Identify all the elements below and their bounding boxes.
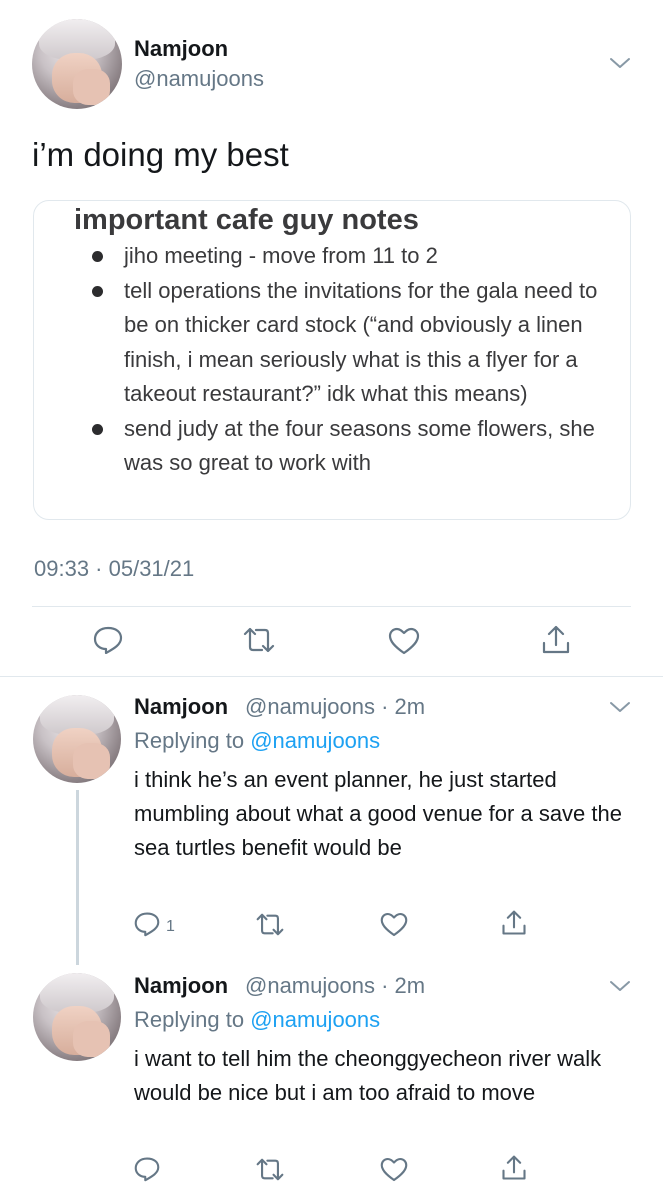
- retweet-icon[interactable]: [242, 627, 276, 653]
- share-icon[interactable]: [500, 1154, 528, 1182]
- notes-card[interactable]: important cafe guy notes jiho meeting - …: [33, 200, 631, 520]
- share-icon[interactable]: [540, 624, 572, 656]
- retweet-icon[interactable]: [255, 1158, 285, 1181]
- reply-name[interactable]: Namjoon: [134, 973, 228, 999]
- replying-to: Replying to @namujoons: [134, 1007, 381, 1032]
- replying-to: Replying to @namujoons: [134, 728, 381, 753]
- reply-handle-time[interactable]: @namujoons · 2m: [245, 694, 425, 720]
- list-item: jiho meeting - move from 11 to 2: [92, 239, 612, 274]
- notes-title: important cafe guy notes: [74, 204, 419, 236]
- thread-line: [76, 790, 79, 965]
- main-tweet-name[interactable]: Namjoon: [134, 36, 228, 62]
- reply-text: i think he’s an event planner, he just s…: [134, 767, 622, 860]
- chevron-down-icon[interactable]: [609, 700, 631, 714]
- replying-handle-link[interactable]: @namujoons: [250, 728, 380, 753]
- chevron-down-icon[interactable]: [609, 979, 631, 993]
- replying-handle-link[interactable]: @namujoons: [250, 1007, 380, 1032]
- tweet-timestamp[interactable]: 09:33 · 05/31/21: [34, 556, 194, 582]
- reply-handle-time[interactable]: @namujoons · 2m: [245, 973, 425, 999]
- reply-text: i want to tell him the cheonggyecheon ri…: [134, 1046, 602, 1105]
- reply-icon[interactable]: [134, 911, 160, 937]
- reply-name[interactable]: Namjoon: [134, 694, 228, 720]
- main-tweet-handle[interactable]: @namujoons: [134, 66, 264, 92]
- bullet-icon: [92, 423, 103, 435]
- reply-icon[interactable]: [93, 626, 123, 654]
- heart-icon[interactable]: [380, 912, 408, 937]
- reply-icon[interactable]: [134, 1156, 160, 1182]
- bullet-icon: [92, 285, 103, 297]
- bullet-icon: [92, 251, 103, 262]
- divider: [0, 676, 663, 677]
- reply-avatar[interactable]: [33, 973, 121, 1061]
- list-item: send judy at the four seasons some flowe…: [92, 412, 612, 481]
- chevron-down-icon[interactable]: [609, 56, 631, 70]
- main-tweet-text: i’m doing my best: [32, 136, 289, 173]
- main-avatar[interactable]: [32, 19, 122, 109]
- list-item: tell operations the invitations for the …: [92, 274, 612, 412]
- heart-icon[interactable]: [388, 627, 420, 655]
- reply-count: 1: [166, 918, 175, 935]
- heart-icon[interactable]: [380, 1157, 408, 1182]
- retweet-icon[interactable]: [255, 913, 285, 936]
- share-icon[interactable]: [500, 909, 528, 937]
- reply-avatar[interactable]: [33, 695, 121, 783]
- notes-list: jiho meeting - move from 11 to 2 tell op…: [92, 239, 612, 481]
- divider: [32, 606, 631, 607]
